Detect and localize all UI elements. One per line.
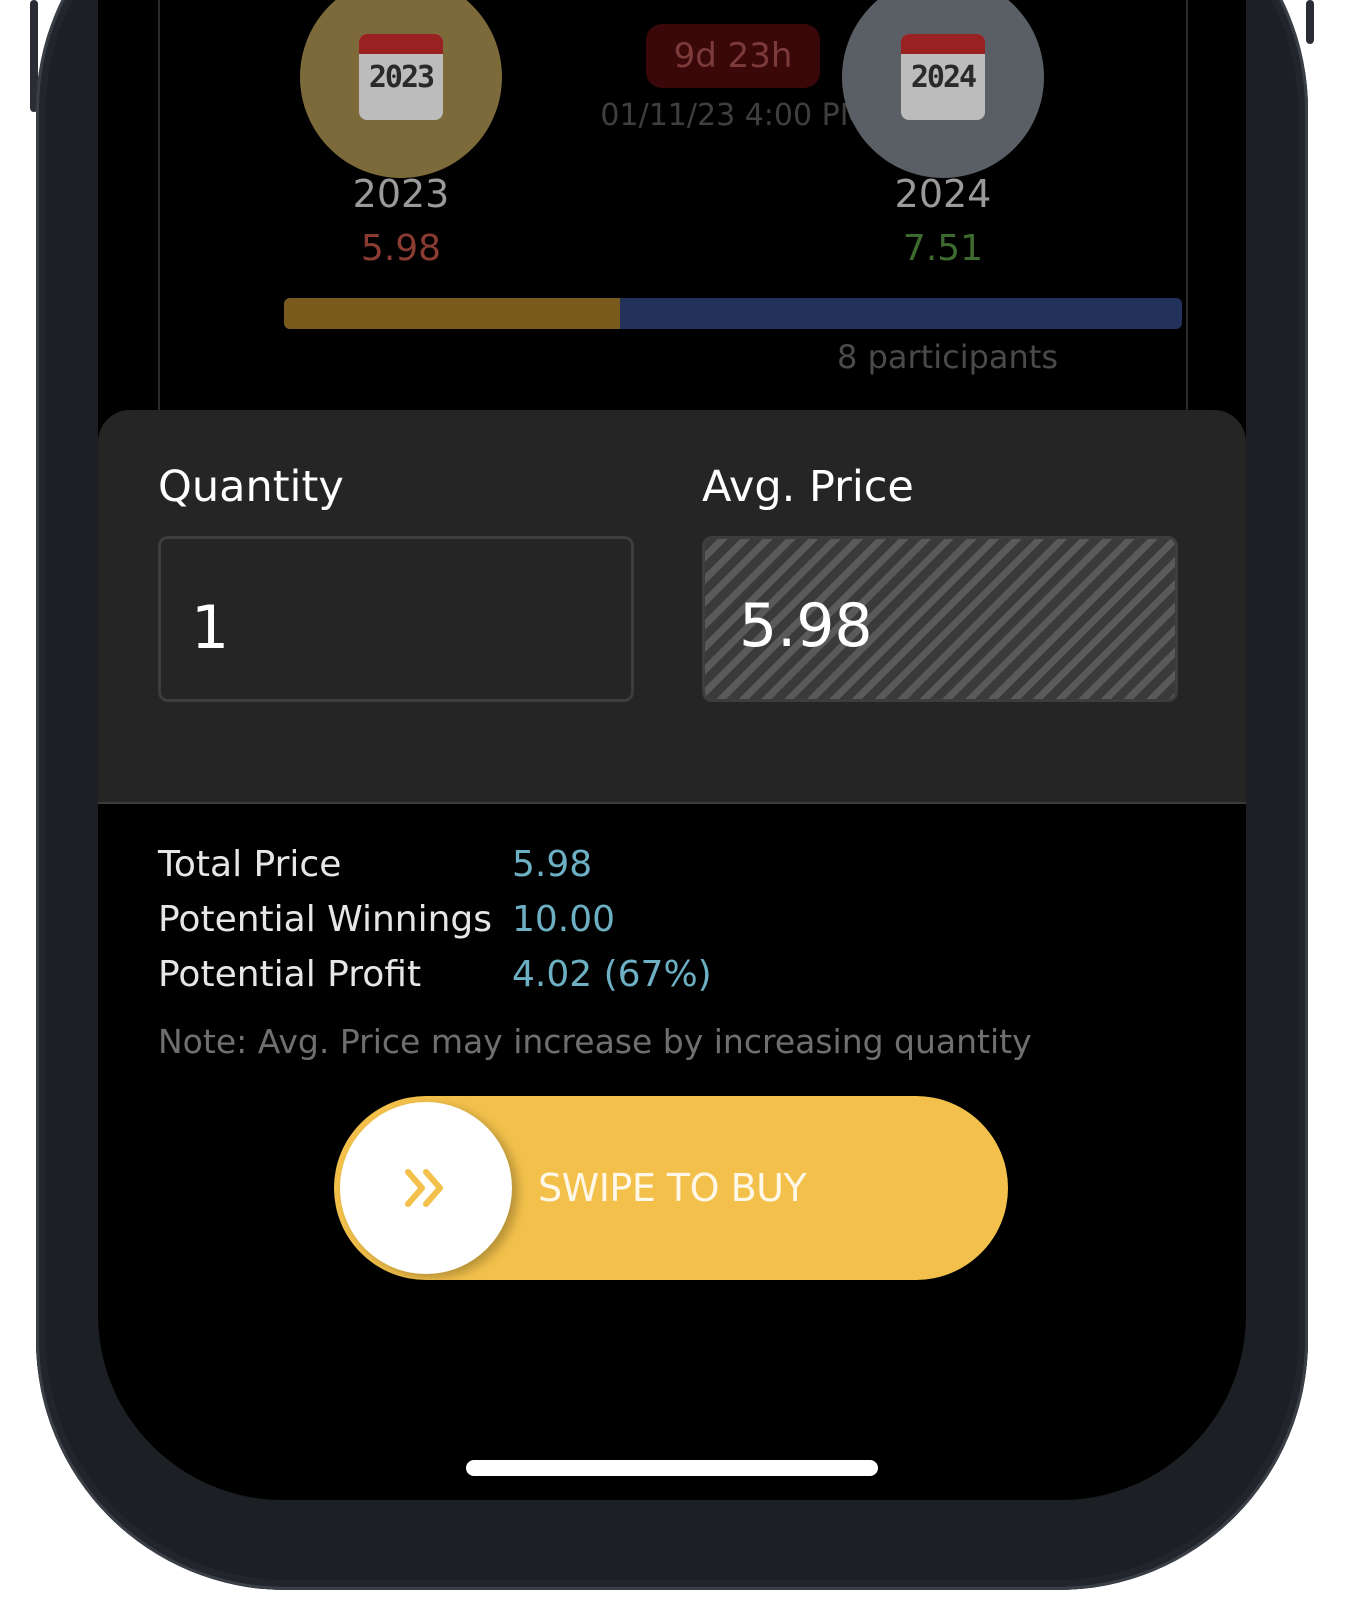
potential-profit-value: 4.02 (67%) <box>512 954 712 995</box>
countdown-badge: 9d 23h <box>646 24 820 88</box>
calendar-icon: 2024 <box>901 34 985 120</box>
total-price-label: Total Price <box>158 844 342 885</box>
calendar-year-text: 2023 <box>368 60 435 95</box>
team-a-avatar[interactable]: 2023 <box>300 0 502 178</box>
event-card: 2023 2023 5.98 9d 23h 01/11/23 4:00 PM 2… <box>158 0 1188 442</box>
home-indicator[interactable] <box>466 1460 878 1476</box>
potential-winnings-label: Potential Winnings <box>158 899 493 940</box>
swipe-label: SWIPE TO BUY <box>538 1166 807 1210</box>
event-datetime: 01/11/23 4:00 PM <box>600 98 866 133</box>
calendar-icon: 2023 <box>359 34 443 120</box>
team-b-name: 2024 <box>894 172 992 216</box>
app-screen: 2023 2023 5.98 9d 23h 01/11/23 4:00 PM 2… <box>98 0 1246 1500</box>
odds-split-bar-fill <box>284 298 620 329</box>
price-note: Note: Avg. Price may increase by increas… <box>158 1022 1032 1061</box>
team-a-name: 2023 <box>352 172 450 216</box>
odds-split-bar <box>284 298 1182 329</box>
order-panel: Quantity 1 Avg. Price 5.98 <box>98 410 1246 804</box>
avg-price-field: 5.98 <box>702 536 1178 702</box>
team-b-avatar[interactable]: 2024 <box>842 0 1044 178</box>
potential-profit-label: Potential Profit <box>158 954 422 995</box>
potential-winnings-value: 10.00 <box>512 899 616 940</box>
total-price-value: 5.98 <box>512 844 593 885</box>
swipe-handle[interactable] <box>340 1102 512 1274</box>
side-button-right <box>1306 0 1314 44</box>
team-b-price: 7.51 <box>902 228 984 269</box>
double-chevron-right-icon <box>405 1169 443 1207</box>
team-a-price: 5.98 <box>360 228 442 269</box>
quantity-label: Quantity <box>158 462 344 512</box>
participants-count: 8 participants <box>837 338 1058 376</box>
swipe-to-buy-slider[interactable]: SWIPE TO BUY <box>334 1096 1008 1280</box>
quantity-input[interactable]: 1 <box>158 536 634 702</box>
avg-price-label: Avg. Price <box>702 462 914 512</box>
calendar-year-text: 2024 <box>910 60 977 95</box>
